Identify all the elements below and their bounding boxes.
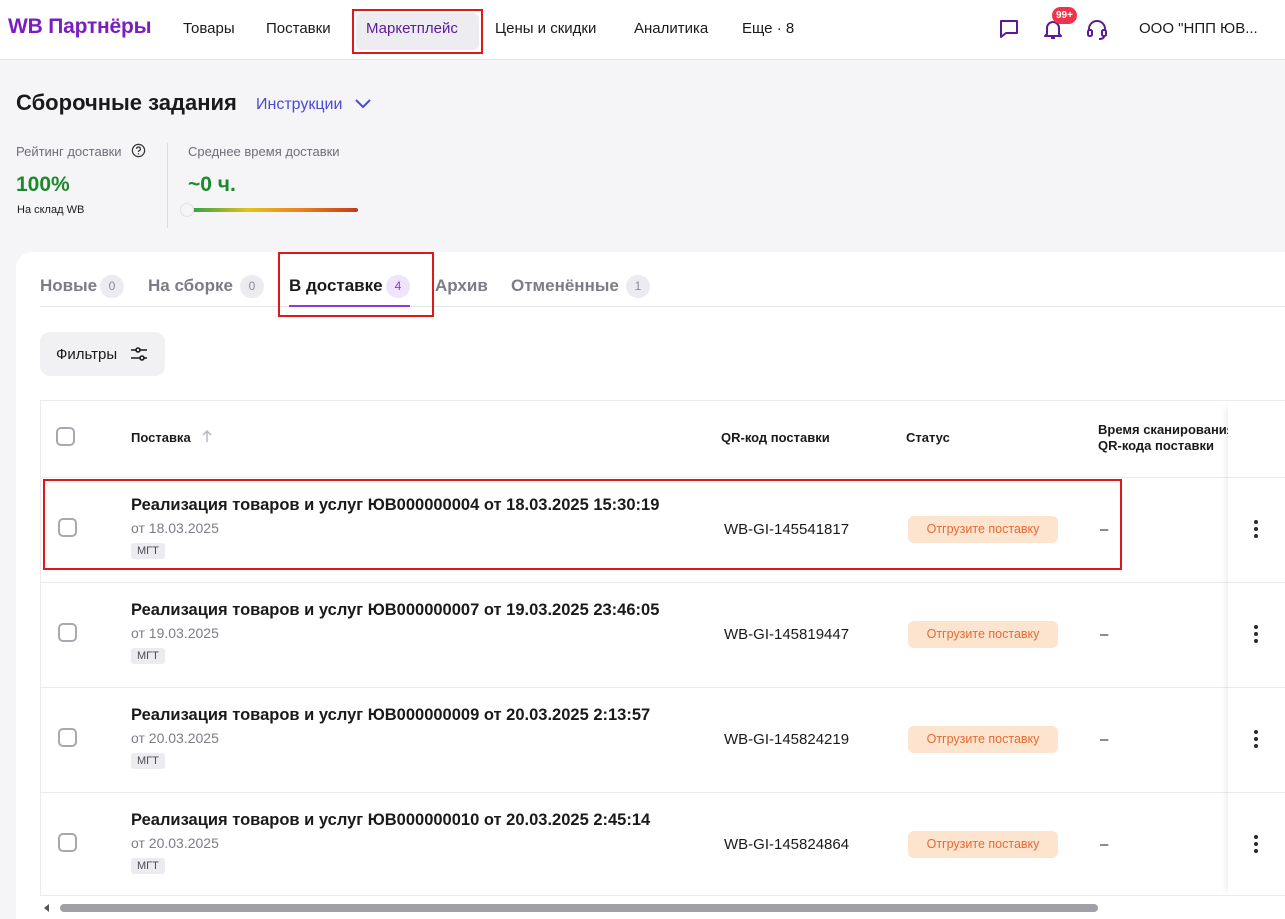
kebab-icon[interactable] — [1253, 519, 1259, 539]
sliders-icon — [131, 347, 147, 361]
column-header-scan-time: Время сканирования — [1098, 422, 1235, 437]
row-divider — [1228, 687, 1285, 688]
headset-icon[interactable] — [1085, 17, 1109, 41]
row-title[interactable]: Реализация товаров и услуг ЮВ000000007 о… — [131, 601, 659, 620]
column-header-scan-time-2: QR-кода поставки — [1098, 438, 1214, 453]
row-title[interactable]: Реализация товаров и услуг ЮВ000000009 о… — [131, 706, 650, 725]
top-navigation-bar: WB Партнёры Товары Поставки Маркетплейс … — [0, 0, 1285, 60]
delivery-rating-label: Рейтинг доставки — [16, 144, 122, 159]
actions-column — [1228, 401, 1285, 895]
row-qr-code: WB-GI-145824219 — [724, 731, 850, 748]
row-title[interactable]: Реализация товаров и услуг ЮВ000000010 о… — [131, 811, 650, 830]
scrollbar-thumb[interactable] — [60, 904, 1098, 912]
row-scan-time: – — [1100, 626, 1109, 643]
arrow-up-icon[interactable] — [201, 429, 213, 443]
select-all-checkbox[interactable] — [56, 427, 75, 446]
kebab-icon[interactable] — [1253, 834, 1259, 854]
row-divider — [41, 582, 1285, 583]
nav-item-supplies[interactable]: Поставки — [266, 20, 331, 37]
status-badge: Отгрузите поставку — [908, 831, 1058, 858]
delivery-time-indicator — [180, 203, 194, 217]
delivery-time-scale — [190, 208, 358, 212]
row-tag: МГТ — [131, 753, 165, 769]
row-qr-code: WB-GI-145824864 — [724, 836, 850, 853]
horizontal-scrollbar[interactable] — [40, 900, 1285, 914]
delivery-rating-value: 100% — [16, 173, 70, 196]
nav-highlight-box — [352, 9, 483, 54]
filters-button[interactable]: Фильтры — [40, 332, 165, 376]
row-tag: МГТ — [131, 858, 165, 874]
tab-cancelled-count: 1 — [626, 275, 650, 298]
row-divider — [1228, 477, 1285, 478]
page-title: Сборочные задания — [16, 90, 237, 115]
kebab-icon[interactable] — [1253, 624, 1259, 644]
tabs-divider — [40, 306, 1285, 307]
scroll-left-arrow[interactable] — [44, 904, 49, 912]
row-checkbox[interactable] — [58, 833, 77, 852]
instructions-link[interactable]: Инструкции — [256, 96, 342, 114]
row-date: от 19.03.2025 — [131, 625, 219, 641]
nav-item-products[interactable]: Товары — [183, 20, 235, 37]
tab-archive[interactable]: Архив — [435, 276, 488, 296]
logo[interactable]: WB Партнёры — [8, 15, 152, 39]
chevron-down-icon[interactable] — [354, 97, 372, 111]
row-date: от 20.03.2025 — [131, 730, 219, 746]
tab-assembly-count: 0 — [240, 275, 264, 298]
tab-cancelled[interactable]: Отменённые — [511, 276, 619, 296]
column-header-qr: QR-код поставки — [721, 430, 830, 445]
row-divider — [41, 687, 1285, 688]
chat-icon[interactable] — [997, 17, 1021, 41]
row-divider — [41, 477, 1285, 478]
status-badge: Отгрузите поставку — [908, 621, 1058, 648]
kebab-icon[interactable] — [1253, 729, 1259, 749]
row-checkbox[interactable] — [58, 623, 77, 642]
row-date: от 20.03.2025 — [131, 835, 219, 851]
row-divider — [1228, 582, 1285, 583]
nav-item-more[interactable]: Еще · 8 — [742, 20, 794, 37]
row-scan-time: – — [1100, 731, 1109, 748]
column-header-status: Статус — [906, 430, 950, 445]
tab-highlight-box — [278, 252, 434, 317]
tab-assembly[interactable]: На сборке — [148, 276, 233, 296]
avg-delivery-time-label: Среднее время доставки — [188, 144, 340, 159]
filters-label: Фильтры — [56, 346, 118, 363]
column-header-supply[interactable]: Поставка — [131, 430, 191, 445]
nav-item-prices[interactable]: Цены и скидки — [495, 20, 596, 37]
row-divider — [1228, 792, 1285, 793]
delivery-rating-sub: На склад WB — [17, 204, 85, 216]
row-divider — [41, 792, 1285, 793]
tab-new-count: 0 — [100, 275, 124, 298]
nav-item-analytics[interactable]: Аналитика — [634, 20, 708, 37]
stats-divider — [167, 143, 168, 228]
row-scan-time: – — [1100, 836, 1109, 853]
row-tag: МГТ — [131, 648, 165, 664]
row-highlight-box — [43, 479, 1122, 570]
supplies-table: Поставка QR-код поставки Статус Время ск… — [40, 400, 1285, 896]
row-qr-code: WB-GI-145819447 — [724, 626, 850, 643]
notifications-badge: 99+ — [1052, 7, 1077, 24]
tab-new[interactable]: Новые — [40, 276, 97, 296]
row-checkbox[interactable] — [58, 728, 77, 747]
status-badge: Отгрузите поставку — [908, 726, 1058, 753]
company-name[interactable]: ООО "НПП ЮВ... — [1139, 20, 1258, 37]
avg-delivery-time-value: ~0 ч. — [188, 173, 236, 196]
help-circle-icon[interactable] — [131, 143, 146, 158]
